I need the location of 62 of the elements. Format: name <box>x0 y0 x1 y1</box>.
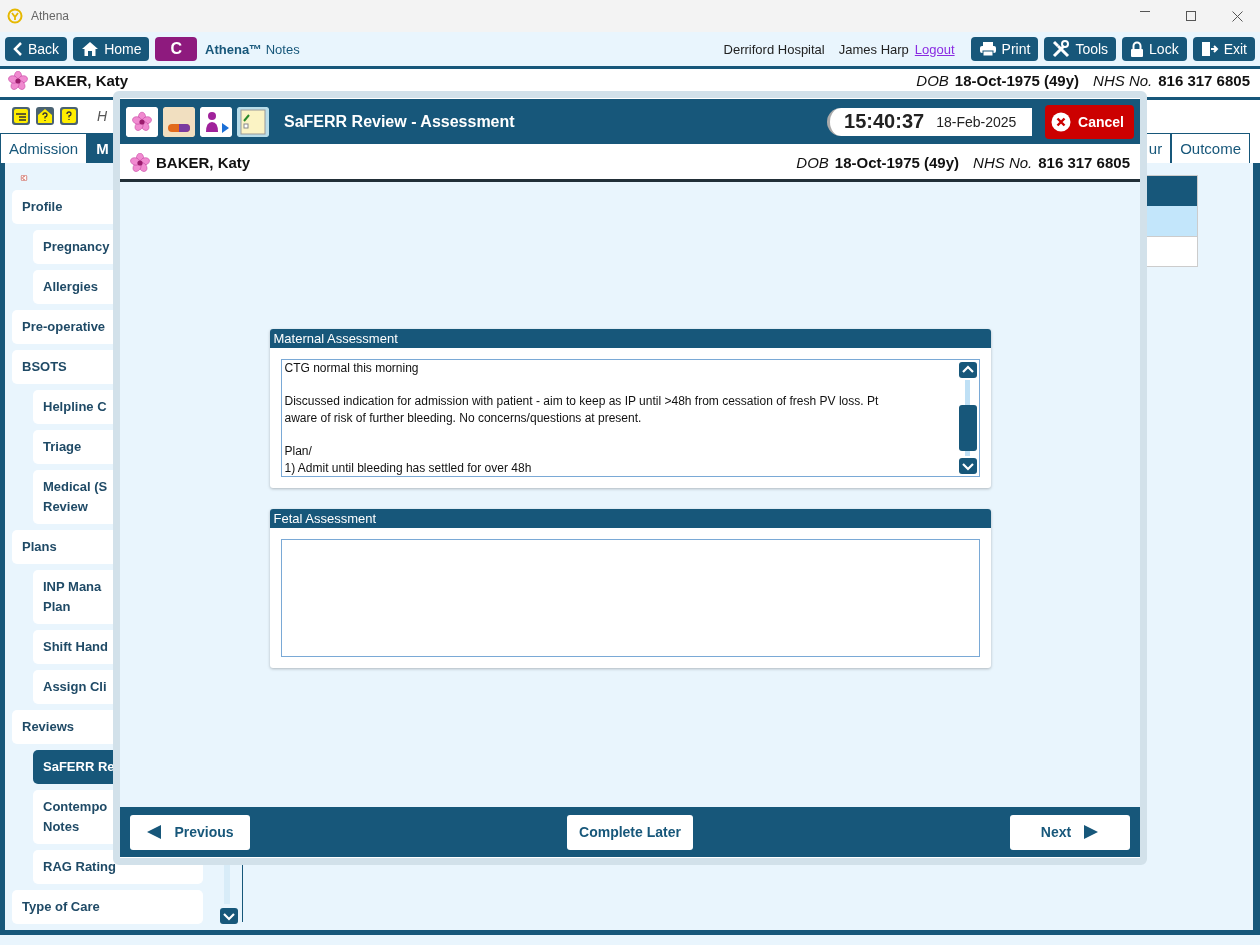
help-list-icon[interactable] <box>11 105 31 126</box>
left-triangle-icon <box>146 824 163 840</box>
dialog-title: SaFERR Review - Assessment <box>284 112 515 131</box>
section-header: Maternal Assessment <box>269 329 991 348</box>
next-button[interactable]: Next <box>1010 814 1130 850</box>
flower-tool-icon[interactable] <box>126 106 158 137</box>
patient-name: BAKER, Katy <box>156 154 251 171</box>
nhs-label: NHS No. <box>973 154 1033 171</box>
dob-value: 18-Oct-1975 (49y) <box>834 154 960 171</box>
nhs-label: NHS No. <box>1093 72 1153 89</box>
patient-name: BAKER, Katy <box>34 72 129 89</box>
sidebar-item[interactable]: Type of Care <box>12 890 203 924</box>
help-icon[interactable] <box>59 105 79 126</box>
home-button[interactable]: Home <box>73 37 150 61</box>
dob-label: DOB <box>796 154 829 171</box>
back-chevron-icon <box>13 41 23 57</box>
complete-later-button[interactable]: Complete Later <box>567 814 693 850</box>
clock-time: 15:40:37 <box>844 110 925 133</box>
tab[interactable]: Outcome <box>1171 133 1250 163</box>
header-text: H <box>97 107 108 124</box>
user-name: James Harp <box>838 41 909 57</box>
letter-button[interactable]: C <box>155 37 198 61</box>
print-button[interactable]: Print <box>970 37 1039 61</box>
notes-field[interactable]: CTG normal this morning Discussed indication for admission with patient - aim to keep as IP until >48h from cessation of fresh PV loss. Pt aware of risk of further bleeding. No concerns/questions at present. Plan/ 1) Admit until bleeding has settled for over 48h <box>280 359 980 477</box>
scroll-up-button[interactable] <box>958 362 977 378</box>
minimize-icon[interactable] <box>1140 10 1150 13</box>
scrollbar-thumb[interactable] <box>958 405 977 451</box>
previous-button[interactable]: Previous <box>130 814 250 850</box>
close-icon[interactable] <box>1231 10 1243 22</box>
lock-icon <box>1130 40 1145 58</box>
dob-value: 18-Oct-1975 (49y) <box>954 72 1080 89</box>
cancel-button[interactable]: Cancel <box>1045 104 1134 139</box>
maximize-icon[interactable] <box>1186 10 1196 21</box>
lock-button[interactable]: Lock <box>1122 37 1187 61</box>
hospital-name: Derriford Hospital <box>723 41 825 57</box>
notepad-icon[interactable] <box>237 106 269 137</box>
nhs-number: 816 317 6805 <box>1158 72 1250 89</box>
clock-date: 18-Feb-2025 <box>936 113 1017 130</box>
app-title: Athena™ Notes <box>205 41 300 57</box>
tab[interactable]: Admission <box>0 133 88 163</box>
back-button[interactable]: Back <box>5 37 68 61</box>
app-logo-icon <box>7 8 23 24</box>
tools-icon <box>1052 40 1071 58</box>
notes-field[interactable] <box>280 539 980 657</box>
printer-icon <box>978 41 997 57</box>
help-home-icon[interactable] <box>35 105 55 126</box>
scroll-down-button[interactable] <box>958 458 977 474</box>
pill-icon[interactable] <box>163 106 195 137</box>
logout-link[interactable]: Logout <box>914 41 955 57</box>
flower-icon <box>8 70 28 91</box>
tools-button[interactable]: Tools <box>1044 37 1117 61</box>
section-header: Fetal Assessment <box>269 509 991 528</box>
exit-door-icon <box>1200 41 1219 57</box>
dob-label: DOB <box>916 72 949 89</box>
home-icon <box>81 41 100 57</box>
window-title: Athena <box>31 9 70 23</box>
exit-button[interactable]: Exit <box>1192 37 1255 61</box>
dialog-flower-icon <box>130 152 150 173</box>
nhs-number: 816 317 6805 <box>1038 154 1130 171</box>
close-circle-icon <box>1051 111 1072 132</box>
right-triangle-icon <box>1083 824 1100 840</box>
scroll-down-button[interactable] <box>220 908 238 924</box>
